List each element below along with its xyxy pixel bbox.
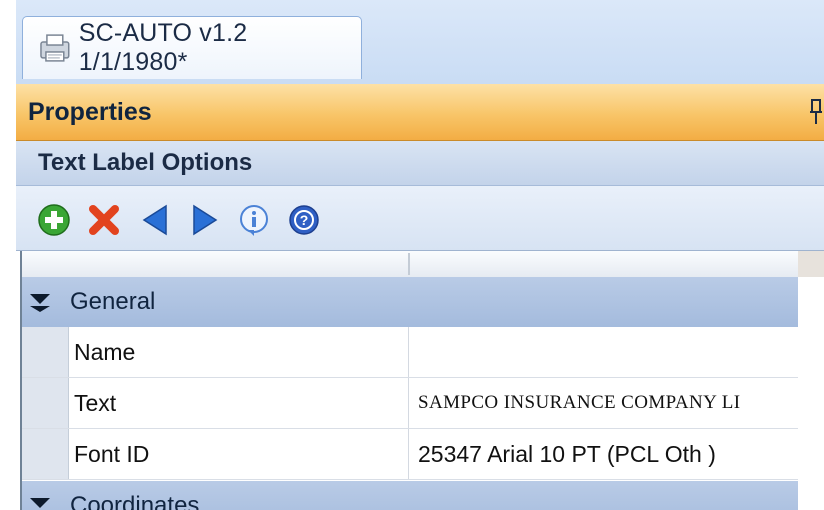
- property-row-text[interactable]: Text SAMPCO INSURANCE COMPANY LI: [22, 378, 798, 429]
- property-name: Name: [74, 339, 136, 365]
- row-divider: [408, 429, 409, 479]
- grid-header: [22, 251, 798, 278]
- property-value-input[interactable]: 25347 Arial 10 PT (PCL Oth ): [418, 429, 796, 479]
- previous-icon[interactable]: [138, 202, 174, 238]
- row-gutter: [22, 429, 69, 479]
- next-icon[interactable]: [186, 202, 222, 238]
- section-header: Text Label Options: [16, 141, 824, 186]
- group-row-general[interactable]: General: [22, 277, 798, 327]
- help-icon[interactable]: ?: [286, 202, 322, 238]
- document-tab-strip: SC-AUTO v1.2 1/1/1980*: [16, 0, 824, 85]
- property-name: Font ID: [74, 441, 150, 467]
- toolbar: ?: [16, 186, 824, 251]
- properties-panel-header: Properties: [16, 84, 824, 141]
- column-splitter[interactable]: [408, 253, 410, 275]
- group-row-coordinates[interactable]: Coordinates: [22, 481, 798, 510]
- group-label: Coordinates: [70, 492, 200, 510]
- info-icon[interactable]: [236, 202, 272, 238]
- document-icon: [40, 34, 70, 62]
- document-tab[interactable]: SC-AUTO v1.2 1/1/1980*: [22, 16, 362, 79]
- grid-header-corner: [798, 251, 824, 277]
- property-grid: General Name Text SAMPCO INSURANCE COMPA…: [20, 251, 824, 510]
- grid-scroll-area: [798, 277, 824, 510]
- property-row-name[interactable]: Name: [22, 327, 798, 378]
- app-window: SC-AUTO v1.2 1/1/1980* Properties Text L…: [16, 0, 824, 510]
- property-row-font-id[interactable]: Font ID 25347 Arial 10 PT (PCL Oth ): [22, 429, 798, 480]
- property-value-input[interactable]: SAMPCO INSURANCE COMPANY LI: [418, 378, 796, 428]
- properties-title: Properties: [28, 97, 152, 126]
- delete-icon[interactable]: [86, 202, 122, 238]
- property-name: Text: [74, 390, 117, 416]
- group-label: General: [70, 288, 156, 315]
- row-divider: [408, 327, 409, 377]
- row-divider: [408, 378, 409, 428]
- svg-text:?: ?: [300, 212, 309, 228]
- document-tab-label: SC-AUTO v1.2 1/1/1980*: [78, 19, 248, 76]
- collapse-icon[interactable]: [26, 492, 54, 510]
- row-gutter: [22, 327, 69, 377]
- property-value-input[interactable]: [418, 327, 796, 377]
- add-icon[interactable]: [36, 202, 72, 238]
- collapse-icon[interactable]: [26, 288, 54, 316]
- row-gutter: [22, 378, 69, 428]
- section-title: Text Label Options: [38, 149, 253, 176]
- pin-icon[interactable]: [810, 98, 822, 126]
